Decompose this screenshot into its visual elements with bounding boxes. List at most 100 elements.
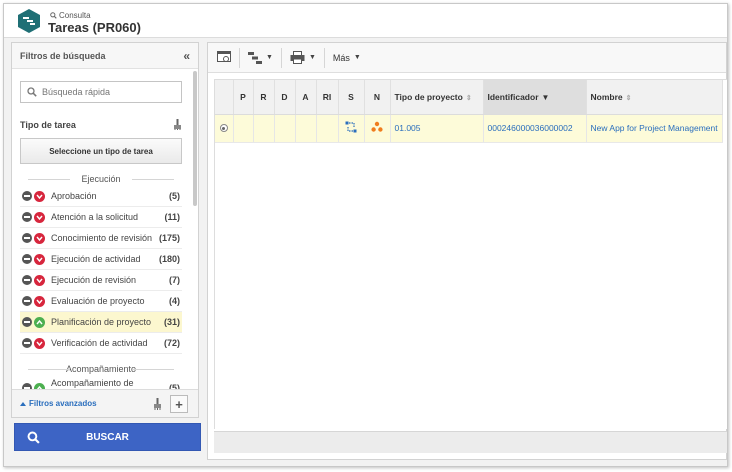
chevron-down-icon: ▼ xyxy=(266,54,273,61)
group-label-execution: Ejecución xyxy=(20,174,182,184)
column-header-ri[interactable]: RI xyxy=(316,80,339,115)
more-menu-button[interactable]: Más ▼ xyxy=(328,46,366,70)
grid-footer xyxy=(214,431,727,453)
list-item[interactable]: Atención a la solicitud (11) xyxy=(20,207,182,228)
filter-panel-header: Filtros de búsqueda « xyxy=(12,43,198,69)
list-item-label: Verificación de actividad xyxy=(51,338,148,348)
column-header-identifier[interactable]: Identificador ▼ xyxy=(483,80,587,115)
breadcrumb-label: Consulta xyxy=(59,11,91,20)
search-icon xyxy=(50,12,57,19)
search-button[interactable]: BUSCAR xyxy=(14,423,201,451)
results-table: P R D A RI S N Tipo de proyecto ⇕ Identif… xyxy=(215,80,723,143)
window-view-icon xyxy=(217,51,231,62)
list-item-count: (4) xyxy=(169,296,180,306)
chevron-down-icon xyxy=(34,232,45,244)
list-item[interactable]: Ejecución de actividad (180) xyxy=(20,249,182,270)
scrollbar-thumb[interactable] xyxy=(193,71,197,206)
minus-circle-icon[interactable] xyxy=(22,212,32,222)
toolbar-divider xyxy=(239,47,240,68)
task-type-label: Tipo de tarea xyxy=(20,119,76,130)
chevron-down-icon xyxy=(34,295,45,307)
cell-project-type: 01.005 xyxy=(390,114,484,143)
minus-circle-icon[interactable] xyxy=(22,254,32,264)
quick-search-input[interactable] xyxy=(42,87,172,97)
column-header-p[interactable]: P xyxy=(233,80,254,115)
list-item-label: Atención a la solicitud xyxy=(51,212,139,222)
column-header-a[interactable]: A xyxy=(295,80,317,115)
task-type-list: Aprobación (5) Atención a la solicitud (… xyxy=(20,186,182,354)
broom-clear-icon[interactable] xyxy=(173,119,182,130)
toolbar-divider xyxy=(280,47,282,68)
list-item-count: (11) xyxy=(164,212,180,222)
cell-s xyxy=(338,114,365,143)
column-header-name[interactable]: Nombre ⇕ xyxy=(586,80,723,115)
page-title: Tareas (PR060) xyxy=(48,20,141,35)
collapse-panel-icon[interactable]: « xyxy=(183,49,190,63)
list-item[interactable]: Evaluación de proyecto (4) xyxy=(20,291,182,312)
toolbar-divider xyxy=(323,47,325,68)
print-button[interactable]: ▼ xyxy=(285,46,321,70)
list-item-count: (7) xyxy=(169,275,180,285)
minus-circle-icon[interactable] xyxy=(22,233,32,243)
list-item[interactable]: Aprobación (5) xyxy=(20,186,182,207)
cell-d xyxy=(274,114,296,143)
open-record-button[interactable] xyxy=(212,46,236,70)
results-grid: P R D A RI S N Tipo de proyecto ⇕ Identif… xyxy=(214,79,727,429)
sort-neutral-icon: ⇕ xyxy=(625,94,632,102)
minus-circle-icon[interactable] xyxy=(22,317,32,327)
quick-search-field[interactable] xyxy=(20,81,182,103)
search-icon xyxy=(27,431,40,444)
list-item-selected[interactable]: Planificación de proyecto (31) xyxy=(20,312,182,333)
search-button-label: BUSCAR xyxy=(86,431,129,443)
column-header-label: Nombre xyxy=(590,91,623,102)
list-item-label: Evaluación de proyecto xyxy=(51,296,145,306)
results-panel: ▼ ▼ Más ▼ P R D A RI S N Tipo de proyect… xyxy=(207,42,727,460)
list-item-count: (72) xyxy=(163,338,180,348)
list-item-label: Ejecución de actividad xyxy=(51,254,141,264)
minus-circle-icon[interactable] xyxy=(22,338,32,348)
list-item-label: Ejecución de revisión xyxy=(51,275,137,285)
list-item[interactable]: Conocimiento de revisión (175) xyxy=(20,228,182,249)
search-icon xyxy=(27,87,37,97)
list-item[interactable]: Verificación de actividad (72) xyxy=(20,333,182,354)
chevron-down-icon xyxy=(34,211,45,223)
minus-circle-icon[interactable] xyxy=(22,296,32,306)
cell-identifier: 000246000036000002 xyxy=(483,114,587,143)
app-logo-icon xyxy=(18,9,40,33)
row-radio[interactable] xyxy=(219,124,228,132)
minus-circle-icon[interactable] xyxy=(22,191,32,201)
cell-ri xyxy=(316,114,339,143)
add-filter-button[interactable]: + xyxy=(170,395,188,413)
column-header-select xyxy=(215,80,234,115)
list-item-count: (5) xyxy=(169,191,180,201)
minus-circle-icon[interactable] xyxy=(22,275,32,285)
chevron-down-icon: ▼ xyxy=(308,54,316,61)
column-header-label: Identificador xyxy=(487,91,539,102)
app-window: Consulta Tareas (PR060) Filtros de búsqu… xyxy=(3,3,728,467)
sort-neutral-icon: ⇕ xyxy=(465,94,472,102)
column-header-n[interactable]: N xyxy=(364,80,391,115)
results-toolbar: ▼ ▼ Más ▼ xyxy=(208,43,726,73)
advanced-filters-label: Filtros avanzados xyxy=(29,399,97,408)
column-header-d[interactable]: D xyxy=(274,80,296,115)
chevron-down-icon xyxy=(34,190,45,202)
cell-n xyxy=(364,114,391,143)
cell-a xyxy=(295,114,317,143)
broom-clear-icon[interactable] xyxy=(153,398,162,410)
select-task-type-button[interactable]: Seleccione un tipo de tarea xyxy=(20,138,182,164)
task-type-row: Tipo de tarea xyxy=(20,119,182,130)
list-item[interactable]: Ejecución de revisión (7) xyxy=(20,270,182,291)
row-select-cell[interactable] xyxy=(215,114,234,143)
table-row[interactable]: 01.005 000246000036000002 New App for Pr… xyxy=(215,114,723,143)
chevron-down-icon: ▼ xyxy=(353,54,361,61)
list-item-count: (175) xyxy=(158,233,180,243)
column-header-s[interactable]: S xyxy=(338,80,365,115)
hierarchy-button[interactable]: ▼ xyxy=(243,46,278,70)
column-header-r[interactable]: R xyxy=(253,80,275,115)
cell-name: New App for Project Management xyxy=(586,114,723,143)
advanced-filters-link[interactable]: Filtros avanzados xyxy=(20,399,97,408)
list-item-label: Aprobación xyxy=(51,191,97,201)
column-header-project-type[interactable]: Tipo de proyecto ⇕ xyxy=(390,80,484,115)
list-item-label: Planificación de proyecto xyxy=(51,317,152,327)
list-item-count: (180) xyxy=(158,254,180,264)
